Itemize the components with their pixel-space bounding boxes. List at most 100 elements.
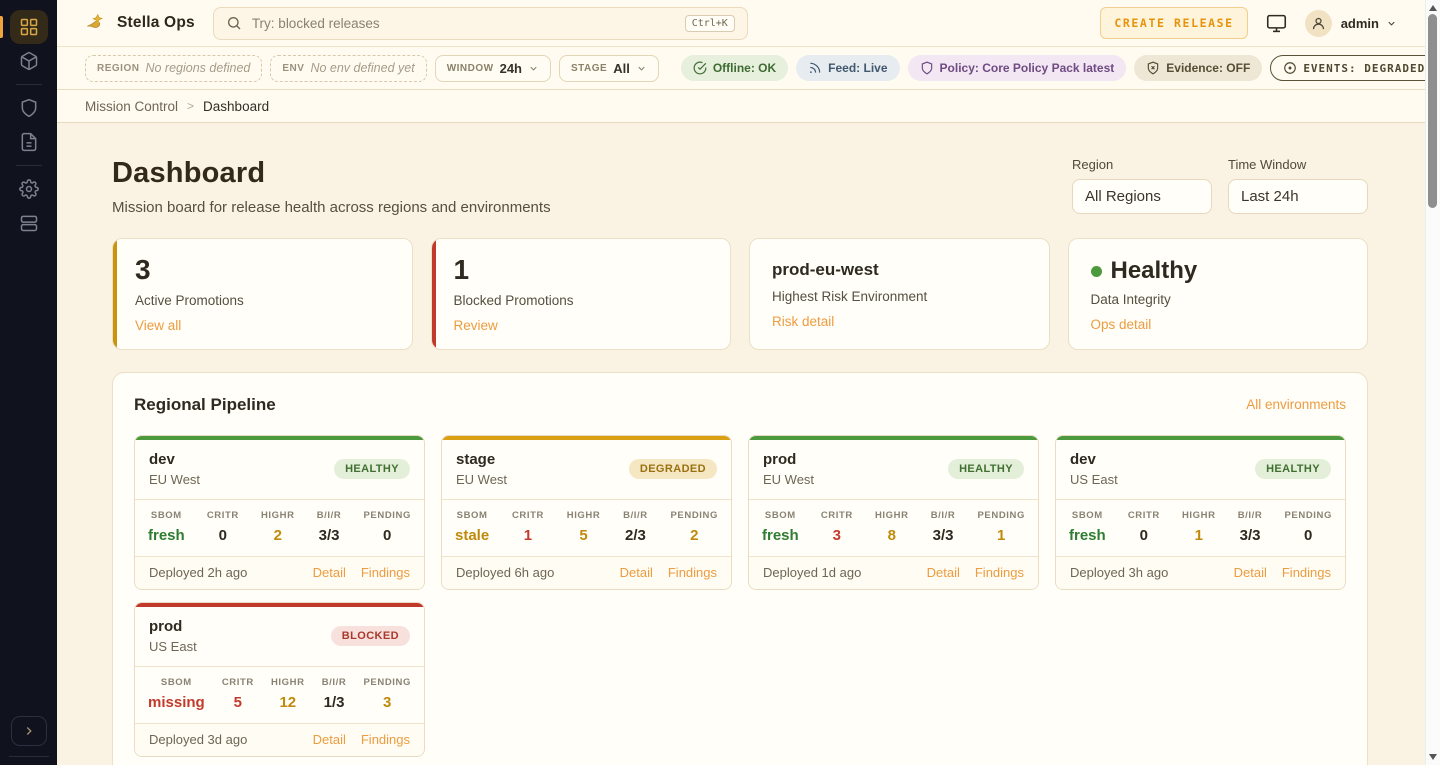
ops-detail-link[interactable]: Ops detail <box>1091 317 1152 332</box>
detail-link[interactable]: Detail <box>1234 565 1267 580</box>
findings-link[interactable]: Findings <box>975 565 1024 580</box>
findings-link[interactable]: Findings <box>361 565 410 580</box>
stat-column-label: HIGHR <box>567 510 601 521</box>
pipeline-card-dev-eu-west: dev EU West HEALTHY SBOMfresh CRITR0 HIG… <box>134 435 425 590</box>
detail-link[interactable]: Detail <box>313 565 346 580</box>
search-icon <box>226 15 242 31</box>
sidebar-divider <box>16 84 42 85</box>
stat-value-pending: 2 <box>671 527 718 544</box>
sidebar-item-infrastructure[interactable] <box>10 206 48 240</box>
data-integrity-card: Healthy Data Integrity Ops detail <box>1068 238 1369 350</box>
detail-link[interactable]: Detail <box>313 732 346 747</box>
findings-link[interactable]: Findings <box>361 732 410 747</box>
global-search[interactable]: Ctrl+K <box>213 7 748 40</box>
stat-value-highr: 2 <box>261 527 295 544</box>
region-name: EU West <box>149 472 200 487</box>
grid-icon <box>19 17 39 37</box>
policy-status-pill[interactable]: Policy: Core Policy Pack latest <box>908 55 1127 81</box>
stat-column-label: HIGHR <box>1182 510 1216 521</box>
time-window-select-label: Time Window <box>1228 157 1368 172</box>
env-filter-chip[interactable]: ENV No env defined yet <box>270 55 426 82</box>
sidebar-expand-button[interactable] <box>11 716 47 746</box>
breadcrumb: Mission Control > Dashboard <box>57 90 1425 123</box>
card-label: Active Promotions <box>135 293 390 308</box>
pipeline-card-stage-eu-west: stage EU West DEGRADED SBOMstale CRITR1 … <box>441 435 732 590</box>
panel-title: Regional Pipeline <box>134 395 276 415</box>
stat-value-pending: 0 <box>1284 527 1331 544</box>
topbar-actions: CREATE RELEASE admin <box>1100 7 1397 39</box>
stat-value-bir: 3/3 <box>1238 527 1263 544</box>
shield-x-icon <box>1146 61 1160 75</box>
stat-column-label: B/I/R <box>322 677 347 688</box>
page-filters: Region All Regions Time Window Last 24h <box>1072 157 1368 214</box>
stat-value-pending: 0 <box>363 527 410 544</box>
chip-value: 24h <box>500 61 522 76</box>
region-name: US East <box>149 639 197 654</box>
risk-detail-link[interactable]: Risk detail <box>772 314 834 329</box>
scrollbar-thumb[interactable] <box>1428 14 1437 208</box>
vertical-scrollbar[interactable] <box>1425 0 1440 765</box>
user-icon <box>1311 16 1326 31</box>
stat-column-label: SBOM <box>148 677 205 688</box>
sidebar-item-security[interactable] <box>10 91 48 125</box>
pill-label: Policy: Core Policy Pack latest <box>940 61 1115 75</box>
region-select[interactable]: All Regions <box>1072 179 1212 214</box>
highest-risk-card: prod-eu-west Highest Risk Environment Ri… <box>749 238 1050 350</box>
time-window-select-group: Time Window Last 24h <box>1228 157 1368 214</box>
events-status-pill[interactable]: EVENTS: DEGRADED <box>1270 55 1438 81</box>
scroll-up-arrow[interactable] <box>1429 5 1437 11</box>
deployed-label: Deployed 2h ago <box>149 565 247 580</box>
stat-value-bir: 3/3 <box>317 527 342 544</box>
chevron-down-icon <box>636 63 647 74</box>
environment-name: stage <box>456 451 507 468</box>
search-input[interactable] <box>252 16 675 31</box>
sidebar-item-documents[interactable] <box>10 125 48 159</box>
stat-column-label: PENDING <box>363 677 410 688</box>
stat-column-label: HIGHR <box>875 510 909 521</box>
sidebar-item-releases[interactable] <box>10 44 48 78</box>
offline-status-pill[interactable]: Offline: OK <box>681 55 788 81</box>
evidence-status-pill[interactable]: Evidence: OFF <box>1134 55 1262 81</box>
stat-value-sbom: missing <box>148 694 205 711</box>
gear-icon <box>19 179 39 199</box>
findings-link[interactable]: Findings <box>1282 565 1331 580</box>
user-menu[interactable]: admin <box>1305 10 1397 37</box>
findings-link[interactable]: Findings <box>668 565 717 580</box>
time-window-select[interactable]: Last 24h <box>1228 179 1368 214</box>
avatar <box>1305 10 1332 37</box>
package-icon <box>19 51 39 71</box>
card-accent <box>113 239 117 349</box>
detail-link[interactable]: Detail <box>620 565 653 580</box>
stat-column-label: B/I/R <box>1238 510 1263 521</box>
active-promotions-card: 3 Active Promotions View all <box>112 238 413 350</box>
sidebar-item-dashboard[interactable] <box>10 10 48 44</box>
stat-column-label: B/I/R <box>623 510 648 521</box>
status-badge: DEGRADED <box>629 459 717 479</box>
shield-icon <box>920 61 934 75</box>
dot-circle-icon <box>1283 61 1297 75</box>
detail-link[interactable]: Detail <box>927 565 960 580</box>
breadcrumb-parent[interactable]: Mission Control <box>85 99 178 114</box>
window-filter-chip[interactable]: WINDOW 24h <box>435 55 551 82</box>
status-badge: HEALTHY <box>1255 459 1331 479</box>
health-dot-icon <box>1091 266 1102 277</box>
scroll-down-arrow[interactable] <box>1429 754 1437 760</box>
stat-column-label: PENDING <box>671 510 718 521</box>
chevron-down-icon <box>1386 18 1397 29</box>
view-all-link[interactable]: View all <box>135 318 181 333</box>
sidebar-item-settings[interactable] <box>10 172 48 206</box>
chip-value: No env defined yet <box>310 61 414 75</box>
sidebar-divider <box>9 756 49 757</box>
stage-filter-chip[interactable]: STAGE All <box>559 55 659 82</box>
environment-name: dev <box>149 451 200 468</box>
display-mode-button[interactable] <box>1266 13 1287 34</box>
all-environments-link[interactable]: All environments <box>1246 397 1346 412</box>
review-link[interactable]: Review <box>454 318 498 333</box>
region-filter-chip[interactable]: REGION No regions defined <box>85 55 262 82</box>
feed-status-pill[interactable]: Feed: Live <box>796 55 899 81</box>
stat-value-sbom: stale <box>455 527 489 544</box>
pipeline-grid: dev EU West HEALTHY SBOMfresh CRITR0 HIG… <box>134 435 1346 757</box>
stat-column-label: SBOM <box>762 510 799 521</box>
create-release-button[interactable]: CREATE RELEASE <box>1100 7 1247 39</box>
stat-value-pending: 1 <box>977 527 1024 544</box>
